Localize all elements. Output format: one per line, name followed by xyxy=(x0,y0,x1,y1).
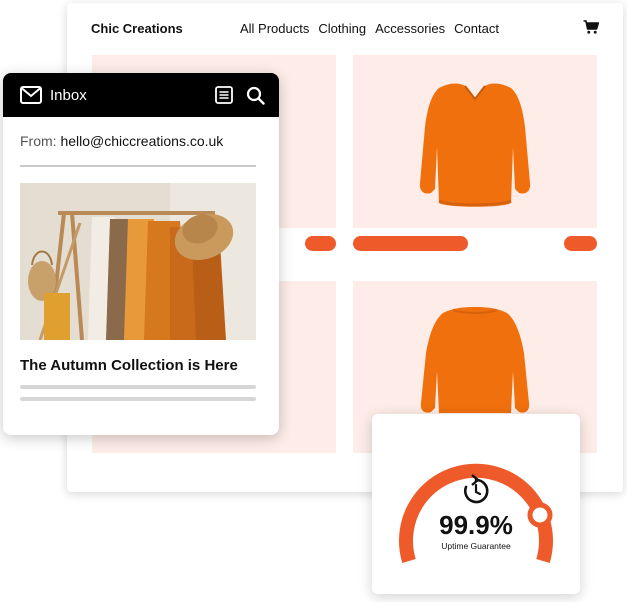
uptime-value: 99.9% xyxy=(439,510,513,540)
email-panel: Inbox From: hello@chiccreations.co.uk Th… xyxy=(3,73,279,435)
divider xyxy=(20,165,256,167)
nav-contact[interactable]: Contact xyxy=(454,21,499,36)
brand-logo[interactable]: Chic Creations xyxy=(91,21,183,36)
nav-accessories[interactable]: Accessories xyxy=(375,21,445,36)
text-placeholder-line-2 xyxy=(20,397,256,401)
uptime-gauge xyxy=(399,463,553,564)
store-nav: Chic Creations All Products Clothing Acc… xyxy=(67,3,623,55)
product-price-bar-3 xyxy=(564,236,597,251)
nav-links: All Products Clothing Accessories Contac… xyxy=(240,21,499,36)
from-row: From: hello@chiccreations.co.uk xyxy=(20,133,223,149)
product-tile-2[interactable] xyxy=(353,55,597,228)
inbox-title: Inbox xyxy=(50,87,87,104)
cart-icon[interactable] xyxy=(583,20,599,34)
email-header: Inbox xyxy=(3,73,279,117)
product-price-bar-1 xyxy=(305,236,336,251)
email-headline: The Autumn Collection is Here xyxy=(20,357,238,374)
orange-sweater-image xyxy=(419,83,531,207)
nav-all-products[interactable]: All Products xyxy=(240,21,309,36)
text-placeholder-line-1 xyxy=(20,385,256,389)
autumn-collection-photo xyxy=(20,183,256,340)
list-icon[interactable] xyxy=(215,86,233,104)
search-icon[interactable] xyxy=(246,86,265,105)
mail-icon xyxy=(20,86,42,104)
nav-clothing[interactable]: Clothing xyxy=(318,21,366,36)
from-address[interactable]: hello@chiccreations.co.uk xyxy=(60,133,223,149)
refresh-clock-icon xyxy=(464,474,489,504)
from-label: From: xyxy=(20,133,57,149)
uptime-caption: Uptime Guarantee xyxy=(441,541,511,551)
product-price-bar-2 xyxy=(353,236,468,251)
uptime-card: 99.9% Uptime Guarantee xyxy=(372,414,580,594)
